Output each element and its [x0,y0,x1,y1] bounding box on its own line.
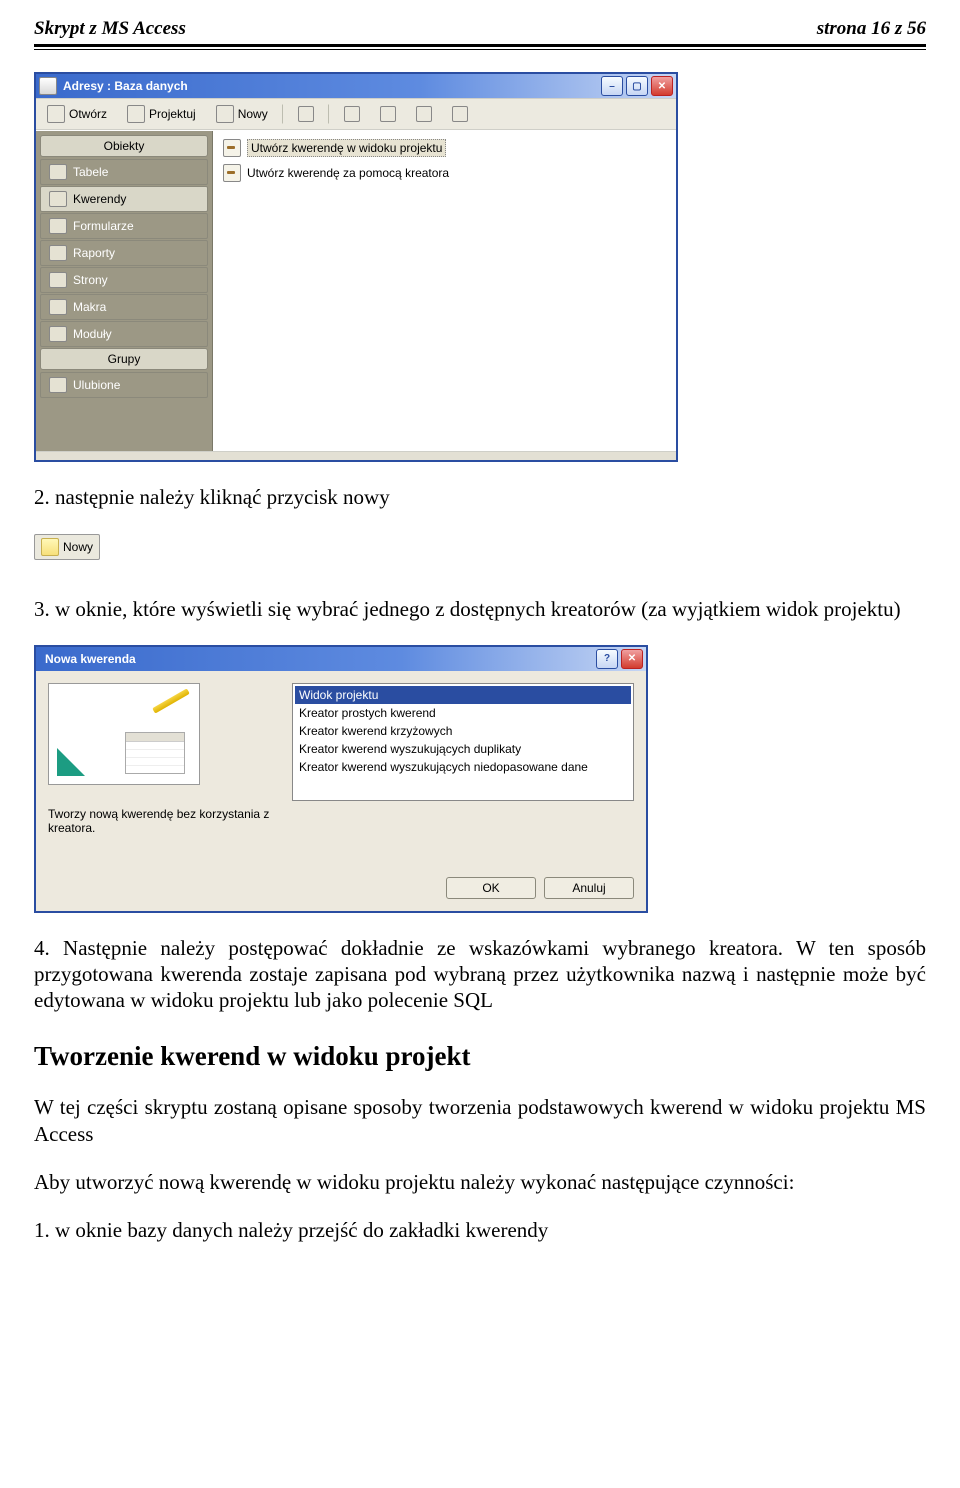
view-small-icons-button[interactable] [374,103,402,125]
sidebar-item-pages[interactable]: Strony [40,267,208,293]
close-button[interactable]: ✕ [651,76,673,96]
cancel-button[interactable]: Anuluj [544,877,634,899]
triangle-icon [57,748,85,776]
ok-button[interactable]: OK [446,877,536,899]
separator [328,104,330,124]
new-icon [216,105,234,123]
create-query-wizard[interactable]: Utwórz kwerendę za pomocą kreatora [219,162,670,184]
maximize-button[interactable]: ▢ [626,76,648,96]
preview-image [48,683,200,785]
create-query-design[interactable]: Utwórz kwerendę w widoku projektu [219,137,670,159]
small-icons-icon [380,106,396,122]
header-left: Skrypt z MS Access [34,18,186,40]
sidebar-item-label: Tabele [73,165,108,179]
sidebar: Obiekty Tabele Kwerendy Formularze Rapor… [36,131,213,451]
rule-thin [34,49,926,50]
sidebar-item-queries[interactable]: Kwerendy [40,186,208,212]
main-pane: Utwórz kwerendę w widoku projektu Utwórz… [213,131,676,451]
pencil-icon [152,688,190,713]
dialog-title: Nowa kwerenda [39,652,593,666]
wizard-icon [223,139,241,157]
sidebar-item-label: Ulubione [73,378,120,392]
view-list-button[interactable] [410,103,438,125]
minimize-button[interactable]: – [601,76,623,96]
sidebar-item-tables[interactable]: Tabele [40,159,208,185]
toolbar: Otwórz Projektuj Nowy [36,98,676,130]
design-icon [127,105,145,123]
query-type-option[interactable]: Kreator kwerend krzyżowych [295,722,631,740]
paragraph-3: 3. w oknie, które wyświetli się wybrać j… [34,596,926,622]
sidebar-group-objects: Obiekty [40,135,208,157]
new-button-label: Nowy [63,540,93,554]
form-icon [49,218,67,234]
query-type-list[interactable]: Widok projektu Kreator prostych kwerend … [292,683,634,801]
query-icon [49,191,67,207]
query-type-option[interactable]: Kreator kwerend wyszukujących niedopasow… [295,758,631,776]
paragraph-7: 1. w oknie bazy danych należy przejść do… [34,1217,926,1243]
separator [282,104,284,124]
design-button[interactable]: Projektuj [121,102,202,126]
view-large-icons-button[interactable] [338,103,366,125]
sidebar-item-label: Strony [73,273,108,287]
main-item-label: Utwórz kwerendę w widoku projektu [247,139,446,157]
sidebar-item-favorites[interactable]: Ulubione [40,372,208,398]
app-icon [39,77,57,95]
heading-create-queries: Tworzenie kwerend w widoku projekt [34,1041,926,1072]
sidebar-item-macros[interactable]: Makra [40,294,208,320]
access-db-window: Adresy : Baza danych – ▢ ✕ Otwórz Projek… [34,72,678,462]
sidebar-item-label: Raporty [73,246,115,260]
design-label: Projektuj [149,107,196,121]
sidebar-item-label: Kwerendy [73,192,126,206]
table-icon [49,164,67,180]
header-right: strona 16 z 56 [817,18,926,40]
favorites-icon [49,377,67,393]
new-query-button[interactable]: Nowy [34,534,100,560]
dialog-titlebar: Nowa kwerenda ? ✕ [36,647,646,671]
list-icon [416,106,432,122]
sidebar-item-label: Formularze [73,219,134,233]
macro-icon [49,299,67,315]
query-type-option[interactable]: Widok projektu [295,686,631,704]
new-icon [41,538,59,556]
paragraph-2: 2. następnie należy kliknąć przycisk now… [34,484,926,510]
sidebar-item-modules[interactable]: Moduły [40,321,208,347]
paragraph-6: Aby utworzyć nową kwerendę w widoku proj… [34,1169,926,1195]
sheet-icon [125,732,185,774]
large-icons-icon [344,106,360,122]
view-details-button[interactable] [446,103,474,125]
close-button[interactable]: ✕ [621,649,643,669]
new-query-dialog: Nowa kwerenda ? ✕ Tworzy nową kwerendę b… [34,645,648,913]
rule-thick [34,44,926,47]
open-icon [47,105,65,123]
query-type-option[interactable]: Kreator kwerend wyszukujących duplikaty [295,740,631,758]
main-item-label: Utwórz kwerendę za pomocą kreatora [247,166,449,180]
paragraph-5: W tej części skryptu zostaną opisane spo… [34,1094,926,1147]
module-icon [49,326,67,342]
report-icon [49,245,67,261]
new-label: Nowy [238,107,268,121]
page-icon [49,272,67,288]
sidebar-item-reports[interactable]: Raporty [40,240,208,266]
sidebar-group-groups: Grupy [40,348,208,370]
window-title: Adresy : Baza danych [63,79,598,93]
paragraph-4: 4. Następnie należy postępować dokładnie… [34,935,926,1014]
sidebar-item-forms[interactable]: Formularze [40,213,208,239]
titlebar: Adresy : Baza danych – ▢ ✕ [36,74,676,98]
open-button[interactable]: Otwórz [41,102,113,126]
wizard-icon [223,164,241,182]
delete-icon [298,106,314,122]
help-button[interactable]: ? [596,649,618,669]
open-label: Otwórz [69,107,107,121]
sidebar-item-label: Moduły [73,327,112,341]
delete-button[interactable] [292,103,320,125]
dialog-description: Tworzy nową kwerendę bez korzystania z k… [48,807,278,835]
details-icon [452,106,468,122]
query-type-option[interactable]: Kreator prostych kwerend [295,704,631,722]
sidebar-item-label: Makra [73,300,106,314]
new-button[interactable]: Nowy [210,102,274,126]
statusbar [36,451,676,460]
